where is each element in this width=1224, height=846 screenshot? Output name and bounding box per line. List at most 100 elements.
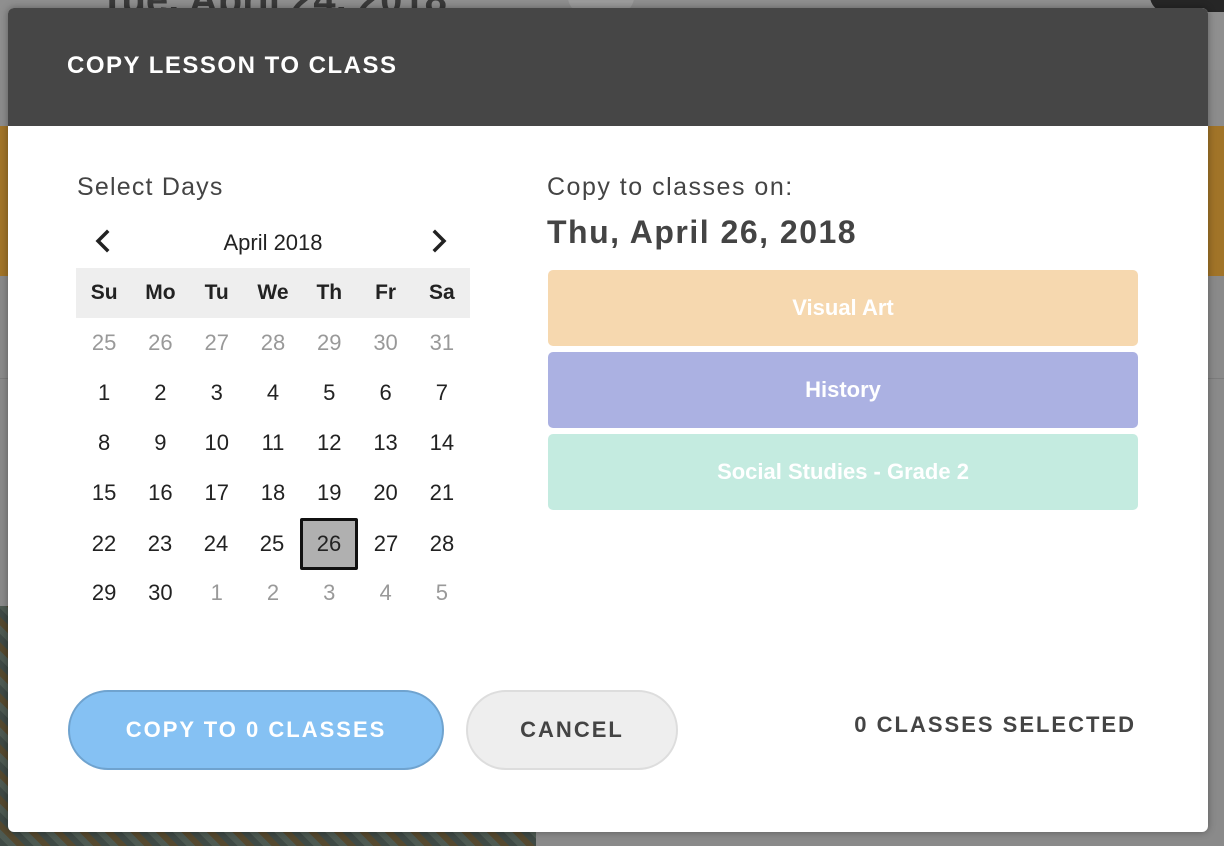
calendar-day-number: 11 xyxy=(261,430,285,455)
calendar-day[interactable]: 29 xyxy=(76,568,132,618)
class-item-label: Visual Art xyxy=(792,295,894,320)
weekday-label: Mo xyxy=(145,281,176,304)
calendar-day[interactable]: 4 xyxy=(357,568,413,618)
class-item[interactable]: Visual Art xyxy=(548,270,1138,346)
calendar-day[interactable]: 3 xyxy=(189,368,245,418)
calendar-day[interactable]: 28 xyxy=(245,318,301,368)
calendar-day-number: 25 xyxy=(259,531,285,556)
weekday-label: Sa xyxy=(429,281,455,304)
calendar-day-number: 26 xyxy=(148,330,173,355)
calendar-day-number: 6 xyxy=(379,380,392,405)
weekday-label: Su xyxy=(90,281,118,304)
calendar-day-number: 10 xyxy=(204,430,229,455)
calendar-day-number: 26 xyxy=(300,518,358,570)
modal-title: COPY LESSON TO CLASS xyxy=(67,52,398,79)
calendar-day[interactable]: 4 xyxy=(245,368,301,418)
calendar-week-row: 15 16 17 18 19 20 21 xyxy=(76,468,470,518)
calendar-day[interactable]: 25 xyxy=(76,318,132,368)
class-item[interactable]: Social Studies - Grade 2 xyxy=(548,434,1138,510)
copy-to-classes-button[interactable]: COPY TO 0 CLASSES xyxy=(68,690,444,770)
calendar-day[interactable]: 12 xyxy=(301,418,357,468)
calendar-day[interactable]: 27 xyxy=(189,318,245,368)
calendar-day[interactable]: 22 xyxy=(76,518,132,570)
calendar-week-row: 25 26 27 28 29 30 31 xyxy=(76,318,470,368)
class-item[interactable]: History xyxy=(548,352,1138,428)
calendar-day-number: 28 xyxy=(429,531,455,556)
calendar-day[interactable]: 13 xyxy=(357,418,413,468)
calendar-day[interactable]: 28 xyxy=(414,518,470,570)
next-month-button[interactable] xyxy=(424,226,454,256)
calendar-day[interactable]: 7 xyxy=(414,368,470,418)
calendar-day[interactable]: 11 xyxy=(245,418,301,468)
calendar-navigation: April 2018 xyxy=(76,226,470,256)
calendar-day[interactable]: 18 xyxy=(245,468,301,518)
calendar-day-selected[interactable]: 26 xyxy=(300,518,358,570)
calendar-day[interactable]: 16 xyxy=(132,468,188,518)
calendar-day[interactable]: 19 xyxy=(301,468,357,518)
calendar-day[interactable]: 1 xyxy=(76,368,132,418)
calendar-day[interactable]: 9 xyxy=(132,418,188,468)
calendar-day[interactable]: 26 xyxy=(132,318,188,368)
copy-to-label: Copy to classes on: xyxy=(547,173,794,201)
class-item-label: Social Studies - Grade 2 xyxy=(717,459,969,484)
calendar-day[interactable]: 30 xyxy=(357,318,413,368)
calendar-day[interactable]: 17 xyxy=(189,468,245,518)
calendar-day[interactable]: 8 xyxy=(76,418,132,468)
calendar-day[interactable]: 30 xyxy=(132,568,188,618)
calendar-day-number: 8 xyxy=(98,430,111,455)
target-date: Thu, April 26, 2018 xyxy=(547,214,858,250)
calendar-day-number: 19 xyxy=(317,480,342,505)
calendar-grid: Su Mo Tu We Th Fr Sa 25 26 27 28 29 30 31 1 2 3 4 5 6 7 8 9 10… xyxy=(76,268,470,618)
calendar-day-number: 3 xyxy=(323,580,336,605)
calendar-day[interactable]: 23 xyxy=(132,518,188,570)
calendar-day[interactable]: 2 xyxy=(245,568,301,618)
calendar-day[interactable]: 5 xyxy=(301,368,357,418)
calendar-day-number: 23 xyxy=(147,531,173,556)
weekday-label: Tu xyxy=(204,281,229,304)
calendar-day[interactable]: 6 xyxy=(357,368,413,418)
calendar-day-number: 24 xyxy=(203,531,229,556)
calendar-day-number: 30 xyxy=(373,330,398,355)
calendar-day-number: 20 xyxy=(373,480,398,505)
calendar-day[interactable]: 5 xyxy=(414,568,470,618)
calendar-weekday-header: Su Mo Tu We Th Fr Sa xyxy=(76,268,470,318)
calendar-day-number: 25 xyxy=(91,330,117,355)
weekday-label: We xyxy=(257,281,289,304)
calendar-day-number: 29 xyxy=(317,330,342,355)
calendar-day[interactable]: 10 xyxy=(189,418,245,468)
calendar-day-number: 12 xyxy=(317,430,342,455)
calendar-month-label: April 2018 xyxy=(223,230,323,255)
calendar-day[interactable]: 24 xyxy=(188,518,244,570)
calendar-day[interactable]: 15 xyxy=(76,468,132,518)
calendar-day[interactable]: 3 xyxy=(301,568,357,618)
calendar-day-number: 7 xyxy=(435,380,448,405)
calendar-day[interactable]: 20 xyxy=(357,468,413,518)
calendar-week-row: 22 23 24 25 26 27 28 xyxy=(76,518,470,570)
calendar-day[interactable]: 27 xyxy=(358,518,414,570)
class-item-label: History xyxy=(805,377,881,402)
calendar-day[interactable]: 25 xyxy=(244,518,300,570)
calendar-days: 25 26 27 28 29 30 31 1 2 3 4 5 6 7 8 9 10 11 12 13 14 15 16 17 1… xyxy=(76,318,470,618)
chevron-right-icon xyxy=(432,229,447,253)
calendar-day[interactable]: 31 xyxy=(414,318,470,368)
calendar-day[interactable]: 14 xyxy=(414,418,470,468)
calendar-day[interactable]: 2 xyxy=(132,368,188,418)
calendar-day-number: 4 xyxy=(266,380,280,405)
calendar-week-row: 1 2 3 4 5 6 7 xyxy=(76,368,470,418)
calendar-day-number: 9 xyxy=(154,430,167,455)
weekday-label: Th xyxy=(316,281,343,304)
calendar-day-number: 1 xyxy=(210,580,223,605)
calendar-day[interactable]: 29 xyxy=(301,318,357,368)
calendar-day-number: 28 xyxy=(260,330,286,355)
calendar-day-number: 22 xyxy=(91,531,117,556)
calendar-day-number: 31 xyxy=(429,330,455,355)
calendar-day[interactable]: 1 xyxy=(189,568,245,618)
cancel-button[interactable]: CANCEL xyxy=(466,690,678,770)
calendar-day-number: 14 xyxy=(429,430,455,455)
copy-lesson-modal: COPY LESSON TO CLASS Select Days April 2… xyxy=(8,8,1208,832)
calendar-day-number: 2 xyxy=(266,580,280,605)
calendar-day-number: 1 xyxy=(98,380,111,405)
calendar-day[interactable]: 21 xyxy=(414,468,470,518)
calendar-day-number: 5 xyxy=(435,580,448,605)
calendar-day-number: 3 xyxy=(210,380,223,405)
